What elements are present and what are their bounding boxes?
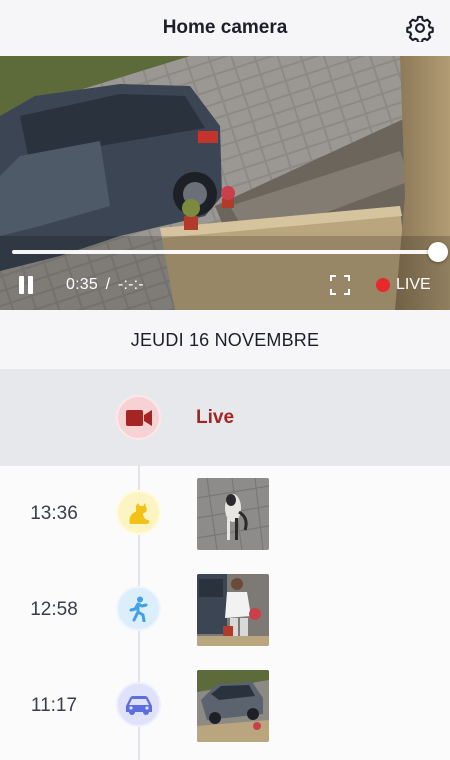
camera-video-player[interactable]: 0:35 / -:-:- LIVE	[0, 56, 450, 310]
pause-icon[interactable]	[18, 276, 34, 294]
event-time: 11:17	[30, 695, 78, 716]
playback-time: 0:35 / -:-:-	[66, 276, 144, 294]
time-separator: /	[105, 276, 111, 293]
event-time: 13:36	[30, 503, 78, 524]
total-duration: -:-:-	[117, 276, 144, 293]
date-heading: JEUDI 16 NOVEMBRE	[130, 330, 320, 350]
video-camera-icon	[116, 395, 161, 440]
page-title: Home camera	[162, 17, 288, 38]
car-icon	[116, 682, 161, 727]
timeline-live-row[interactable]: Live	[0, 369, 450, 466]
timeline-event[interactable]: 13:36	[0, 466, 450, 562]
live-indicator-dot	[376, 278, 390, 292]
live-button[interactable]: LIVE	[376, 274, 431, 296]
gear-icon[interactable]	[406, 14, 434, 42]
person-walking-icon	[116, 586, 161, 631]
cat-thumbnail[interactable]	[197, 478, 269, 550]
events-timeline: Live 13:36 12:58 11:17	[0, 369, 450, 760]
elapsed-time: 0:35	[66, 276, 98, 293]
live-button-label: LIVE	[396, 276, 431, 293]
fullscreen-icon[interactable]	[329, 274, 351, 296]
event-time: 12:58	[30, 599, 78, 620]
car-thumbnail[interactable]	[197, 670, 269, 742]
person-thumbnail[interactable]	[197, 574, 269, 646]
timeline-event[interactable]: 11:17	[0, 658, 450, 754]
cat-icon	[116, 490, 161, 535]
player-controls: 0:35 / -:-:- LIVE	[0, 270, 450, 300]
header: Home camera	[0, 0, 450, 56]
timeline-event[interactable]: 12:58	[0, 562, 450, 658]
playback-progress-bar[interactable]	[12, 250, 438, 254]
timeline-live-label: Live	[196, 407, 235, 428]
playback-scrubber-handle[interactable]	[428, 242, 448, 262]
